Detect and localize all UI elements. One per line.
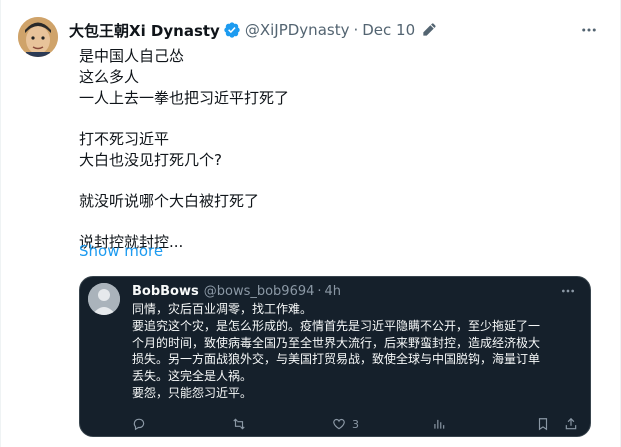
tweet-line: 打不死习近平 [79,130,170,148]
like-count: 3 [352,417,359,431]
share-button[interactable] [564,415,578,433]
author-handle[interactable]: @XiJPDynasty [245,21,350,39]
quoted-line: 同情，灾后百业凋零，找工作难。 [132,302,313,316]
quoted-more-button[interactable] [560,283,576,299]
header-separator: · [353,21,359,39]
tweet-line-gap [79,109,599,129]
views-bar-chart-icon [434,419,445,429]
tweet-header: 大包王朝Xi Dynasty @XiJPDynasty · Dec 10 [69,18,609,42]
quoted-line: 要怨，只能怨习近平。 [132,385,253,400]
tweet-date[interactable]: Dec 10 [362,21,415,39]
tweet-more-button[interactable] [579,20,599,40]
bookmark-button[interactable] [536,415,550,433]
heart-icon [333,418,345,430]
quoted-tweet-header: BobBows @bows_bob9694 · 4h [132,281,341,301]
author-display-name[interactable]: 大包王朝Xi Dynasty [69,20,220,41]
tweet-text: 是中国人自己怂 这么多人 一人上去一拳也把习近平打死了 打不死习近平 大白也没见… [79,46,599,253]
reply-icon [133,418,145,431]
tweet-line: 这么多人 [79,68,140,86]
quoted-line: 损失。另一方面战狼外交，与美国打贸易战，致使全球与中国脱钩，海量订单 [132,352,541,367]
edited-pencil-icon[interactable] [421,22,437,38]
author-avatar[interactable] [18,17,58,57]
quoted-author-name[interactable]: BobBows [132,284,199,299]
tweet-line-gap [79,171,599,191]
tweet-line: 是中国人自己怂 [79,47,185,65]
quoted-tweet-time[interactable]: 4h [325,284,342,299]
tweet-line: 大白也没见打死几个? [79,151,222,169]
quoted-author-avatar[interactable] [88,283,120,315]
verified-badge-icon [224,22,240,38]
default-avatar-icon [88,283,120,315]
quoted-author-handle[interactable]: @bows_bob9694 [204,284,315,299]
more-horizontal-icon [582,28,596,32]
retweet-icon [233,418,245,430]
tweet-card: 大包王朝Xi Dynasty @XiJPDynasty · Dec 10 是中国… [0,0,621,447]
quoted-tweet[interactable]: BobBows @bows_bob9694 · 4h 同情，灾后百业凋零，找工作… [79,276,591,437]
share-icon [565,417,577,430]
avatar-image [18,17,58,57]
like-button[interactable]: 3 [332,415,359,433]
tweet-line: 就没听说哪个大白被打死了 [79,192,260,210]
tweet-line-gap [79,212,599,232]
more-horizontal-icon [562,289,574,293]
quoted-line: 丢失。这完全是人祸。 [132,369,253,384]
retweet-button[interactable] [232,415,252,433]
reply-button[interactable] [132,415,152,433]
tweet-line: 一人上去一拳也把习近平打死了 [79,89,290,107]
quoted-header-separator: · [317,283,322,299]
quoted-line: 要追究这个灾，是怎么形成的。疫情首先是习近平隐瞒不公开，至少拖延了一 [132,318,541,333]
bookmark-icon [538,418,548,431]
views-button[interactable] [432,415,446,433]
quoted-tweet-text: 同情，灾后百业凋零，找工作难。 要追究这个灾，是怎么形成的。疫情首先是习近平隐瞒… [132,301,580,402]
quoted-line: 个月的时间，致使病毒全国乃至全世界大流行，后来野蛮封控，造成经济极大 [132,335,541,350]
quoted-action-bar: 3 [132,415,580,433]
show-more-link[interactable]: Show more [79,242,163,260]
